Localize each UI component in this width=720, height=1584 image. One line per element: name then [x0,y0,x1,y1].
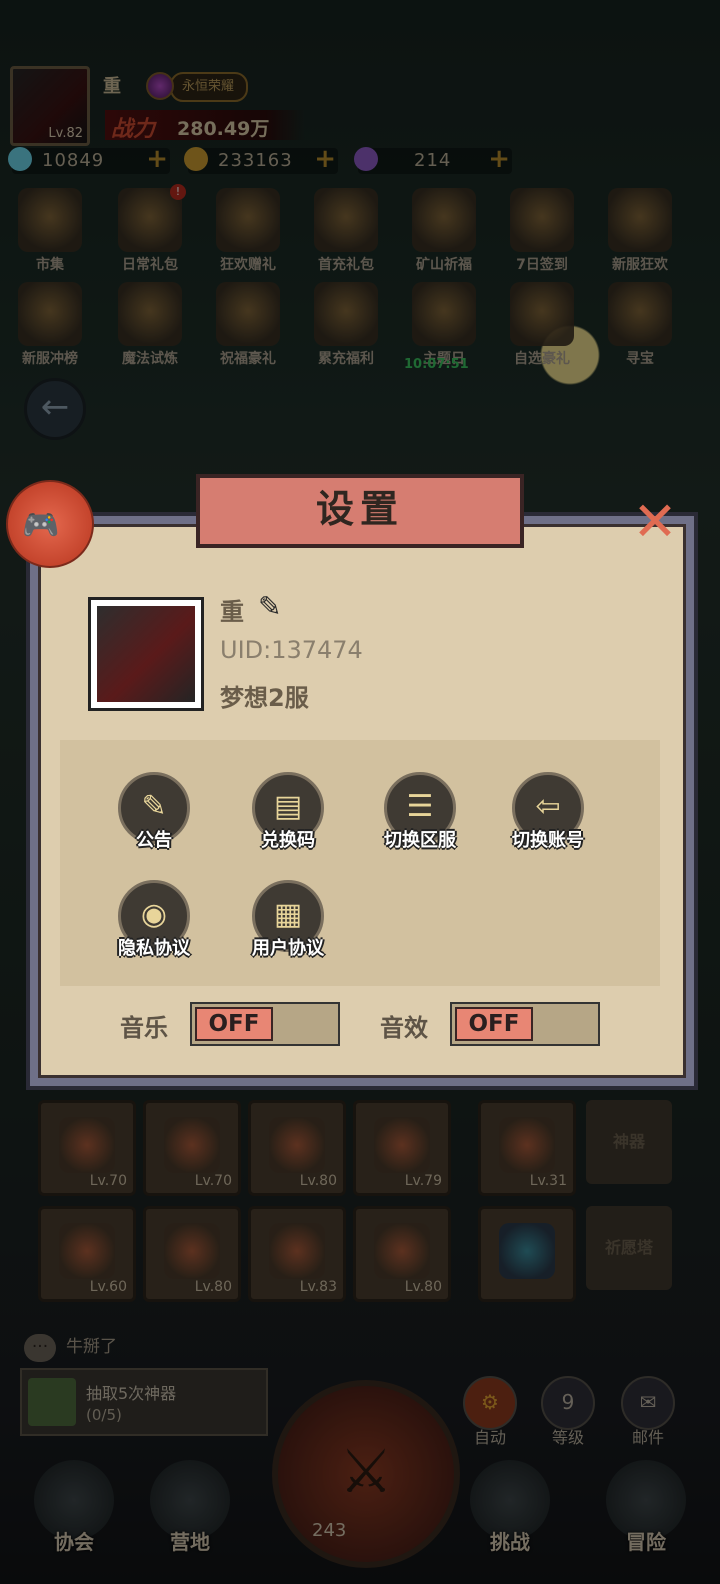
option-label: 隐私协议 [118,938,190,959]
switch-server-button[interactable]: ☰ 切换区服 [360,772,480,862]
edit-name-icon[interactable]: ✎ [258,590,281,623]
dialog-title: 设置 [134,474,586,554]
music-label: 音乐 [120,1014,168,1042]
user-agreement-button[interactable]: ▦ 用户协议 [228,880,348,970]
gamepad-icon[interactable]: 🎮 [6,480,94,568]
music-toggle[interactable]: OFF [190,1002,340,1046]
sound-toggle[interactable]: OFF [450,1002,600,1046]
option-label: 用户协议 [252,938,324,959]
music-state: OFF [195,1007,273,1041]
privacy-button[interactable]: ◉ 隐私协议 [94,880,214,970]
profile-server: 梦想2服 [220,684,309,712]
option-label: 切换账号 [512,830,584,851]
profile-uid: UID:137474 [220,636,363,664]
redeem-code-button[interactable]: ▤ 兑换码 [228,772,348,862]
switch-account-button[interactable]: ⇦ 切换账号 [488,772,608,862]
option-label: 兑换码 [261,830,315,851]
option-label: 公告 [136,830,172,851]
announcement-button[interactable]: ✎ 公告 [94,772,214,862]
close-x-icon[interactable]: ✕ [628,495,682,552]
sound-state: OFF [455,1007,533,1041]
profile-name: 重 [220,598,244,626]
profile-avatar[interactable] [88,597,204,711]
sound-label: 音效 [380,1014,428,1042]
option-label: 切换区服 [384,830,456,851]
